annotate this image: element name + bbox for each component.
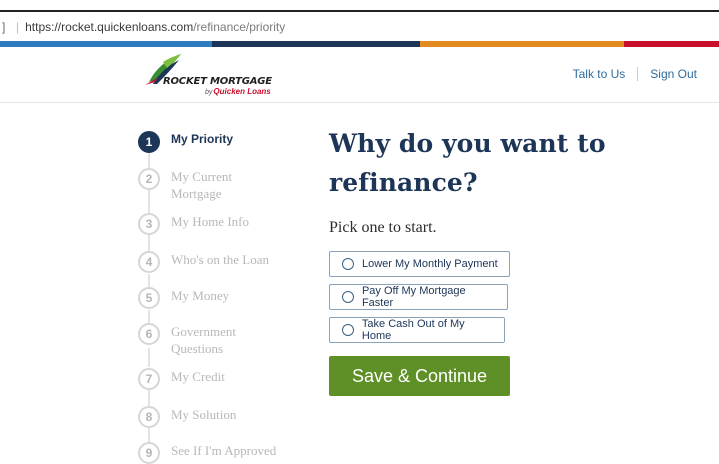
radio-unchecked-icon[interactable] xyxy=(342,258,354,270)
address-separator: | xyxy=(16,20,20,34)
page-subtitle: Pick one to start. xyxy=(329,219,437,236)
header-nav: Talk to Us Sign Out xyxy=(573,67,697,81)
option-label: Take Cash Out of My Home xyxy=(361,318,465,342)
step-number: 2 xyxy=(138,168,160,190)
address-bar-edge: ] xyxy=(2,20,6,34)
step-label: My Current Mortgage xyxy=(171,169,233,201)
step-my-solution[interactable]: 8 My Solution xyxy=(138,406,281,428)
title-line: refinance? xyxy=(329,168,478,197)
address-bar[interactable]: ] | https://rocket.quickenloans.com/refi… xyxy=(0,13,719,41)
url-path: /refinance/priority xyxy=(193,20,286,34)
browser-top-edge xyxy=(0,0,719,12)
step-my-money[interactable]: 5 My Money xyxy=(138,287,281,309)
step-connector xyxy=(148,390,150,407)
step-label: Who's on the Loan xyxy=(171,252,270,267)
url-text[interactable]: https://rocket.quickenloans.com/refinanc… xyxy=(25,20,285,34)
step-label: My Priority xyxy=(171,132,234,146)
step-number: 8 xyxy=(138,406,160,428)
option-lower-payment[interactable]: Lower My Monthly Payment xyxy=(329,251,510,277)
logo-by: by xyxy=(205,89,213,96)
step-number: 3 xyxy=(138,213,160,235)
step-government-questions[interactable]: 6 Government Questions xyxy=(138,323,281,357)
url-host: https://rocket.quickenloans.com xyxy=(25,20,194,34)
logo-wordmark: ROCKET MORTGAGE xyxy=(163,76,272,87)
step-number: 4 xyxy=(138,251,160,273)
save-continue-button[interactable]: Save & Continue xyxy=(329,356,510,396)
option-cash-out[interactable]: Take Cash Out of My Home xyxy=(329,317,505,343)
step-my-home-info[interactable]: 3 My Home Info xyxy=(138,213,281,235)
option-label: Lower My Monthly Payment xyxy=(362,258,498,270)
step-label: My Home Info xyxy=(171,214,249,229)
option-label: Pay Off My Mortgage Faster xyxy=(361,285,466,309)
question-panel: Why do you want to refinance? Pick one t… xyxy=(329,124,669,396)
step-my-credit[interactable]: 7 My Credit xyxy=(138,368,281,390)
option-pay-off-faster[interactable]: Pay Off My Mortgage Faster xyxy=(329,284,508,310)
logo-subwordmark: byQuicken Loans xyxy=(205,87,271,96)
step-label: My Solution xyxy=(171,407,237,422)
radio-unchecked-icon[interactable] xyxy=(342,324,354,336)
step-number: 9 xyxy=(138,442,160,464)
step-number: 1 xyxy=(138,131,160,153)
step-number: 7 xyxy=(138,368,160,390)
step-label: See If I'm Approved xyxy=(171,443,277,458)
title-line: Why do you want to xyxy=(329,129,606,158)
step-label: Government Questions xyxy=(171,324,236,356)
step-number: 5 xyxy=(138,287,160,309)
radio-unchecked-icon[interactable] xyxy=(342,291,354,303)
step-number: 6 xyxy=(138,323,160,345)
step-whos-on-the-loan[interactable]: 4 Who's on the Loan xyxy=(138,251,281,273)
talk-to-us-link[interactable]: Talk to Us xyxy=(573,67,626,81)
site-header: ROCKET MORTGAGE byQuicken Loans Talk to … xyxy=(0,47,719,103)
sign-out-link[interactable]: Sign Out xyxy=(650,67,697,81)
rocket-mortgage-logo[interactable]: ROCKET MORTGAGE byQuicken Loans xyxy=(143,52,283,96)
step-label: My Credit xyxy=(171,369,225,384)
step-my-priority[interactable]: 1 My Priority xyxy=(138,131,281,153)
step-see-if-approved[interactable]: 9 See If I'm Approved xyxy=(138,442,281,464)
step-connector xyxy=(148,153,150,168)
nav-divider xyxy=(637,67,639,81)
page-title: Why do you want to refinance? xyxy=(329,124,669,202)
logo-quicken: Quicken Loans xyxy=(213,87,271,96)
step-my-current-mortgage[interactable]: 2 My Current Mortgage xyxy=(138,168,281,202)
step-label: My Money xyxy=(171,288,230,303)
